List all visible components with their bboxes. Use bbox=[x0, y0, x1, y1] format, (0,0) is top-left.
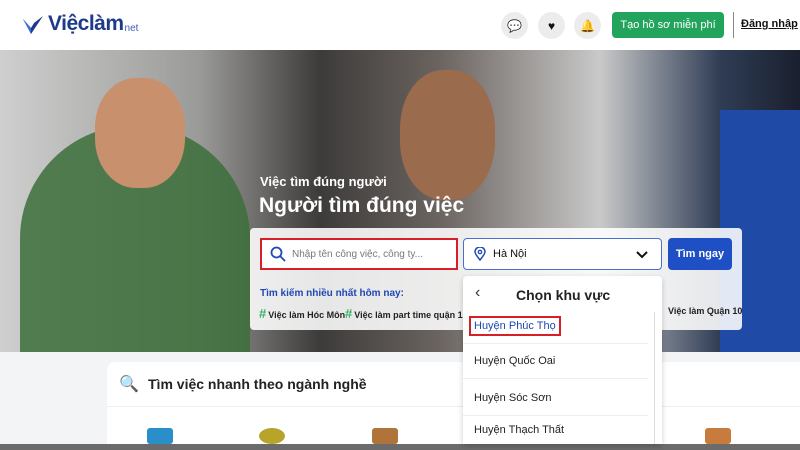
logo[interactable]: Việclàm net bbox=[22, 12, 138, 36]
popular-tag[interactable]: # Việc làm Hóc Môn bbox=[259, 306, 345, 321]
category-title: Tìm việc nhanh theo ngành nghề bbox=[148, 376, 367, 392]
heart-icon[interactable]: ♥ bbox=[538, 12, 565, 39]
bell-icon[interactable]: 🔔 bbox=[574, 12, 601, 39]
header: Việclàm net 💬 ♥ 🔔 Tạo hồ sơ miễn phí Đăn… bbox=[0, 0, 800, 50]
search-input[interactable]: Nhập tên công việc, công ty... bbox=[260, 238, 458, 270]
search-chat-icon: 🔍 bbox=[119, 376, 139, 393]
hash-icon: # bbox=[345, 306, 353, 321]
search-button[interactable]: Tìm ngay bbox=[668, 238, 732, 270]
dropdown-item-selected[interactable]: Huyện Phúc Thọ bbox=[463, 308, 648, 344]
search-icon bbox=[270, 246, 286, 262]
shop-category-icon[interactable] bbox=[147, 428, 173, 444]
hero-photo-woman-face bbox=[95, 78, 185, 188]
location-pin-icon bbox=[474, 247, 486, 261]
brand-name: Việclàm bbox=[48, 12, 124, 35]
brand-suffix: net bbox=[124, 23, 139, 34]
search-placeholder: Nhập tên công việc, công ty... bbox=[292, 248, 424, 260]
hero-photo-man-face bbox=[400, 70, 495, 200]
dropdown-item[interactable]: Huyện Quốc Oai bbox=[463, 343, 648, 379]
divider bbox=[733, 12, 734, 38]
dropdown-title: Chọn khu vực bbox=[516, 287, 611, 303]
chat-icon[interactable]: 💬 bbox=[501, 12, 528, 39]
location-value: Hà Nội bbox=[493, 248, 527, 260]
dropdown-item[interactable]: Huyện Thạch Thất bbox=[463, 416, 648, 444]
login-link[interactable]: Đăng nhập bbox=[741, 18, 798, 30]
logo-check-icon bbox=[23, 16, 43, 34]
hash-icon: # bbox=[259, 306, 267, 321]
hero-subtitle: Việc tìm đúng người bbox=[260, 174, 387, 189]
bottom-bar bbox=[0, 444, 800, 450]
dropdown-item[interactable]: Huyện Sóc Sơn bbox=[463, 380, 648, 416]
back-chevron-icon[interactable]: ‹ bbox=[475, 284, 480, 302]
hero-title: Người tìm đúng việc bbox=[259, 194, 465, 217]
dropdown-scrollbar[interactable] bbox=[654, 312, 655, 444]
popular-tag[interactable]: Việc làm Quận 10 bbox=[668, 306, 742, 316]
category-card: 🔍 Tìm việc nhanh theo ngành nghề bbox=[107, 362, 800, 444]
create-profile-button[interactable]: Tạo hồ sơ miễn phí bbox=[612, 12, 724, 38]
chevron-down-icon bbox=[636, 251, 648, 259]
location-select[interactable]: Hà Nội bbox=[463, 238, 662, 270]
warehouse-category-icon[interactable] bbox=[372, 428, 398, 444]
divider bbox=[107, 406, 800, 407]
popular-tag[interactable]: # Việc làm part time quận 12 bbox=[345, 306, 468, 321]
accounting-category-icon[interactable] bbox=[259, 428, 285, 444]
popular-label: Tìm kiếm nhiều nhất hôm nay: bbox=[260, 288, 404, 299]
home-category-icon[interactable] bbox=[705, 428, 731, 444]
location-dropdown: ‹ Chọn khu vực Huyện Phúc Thọ Huyện Quốc… bbox=[463, 276, 662, 444]
